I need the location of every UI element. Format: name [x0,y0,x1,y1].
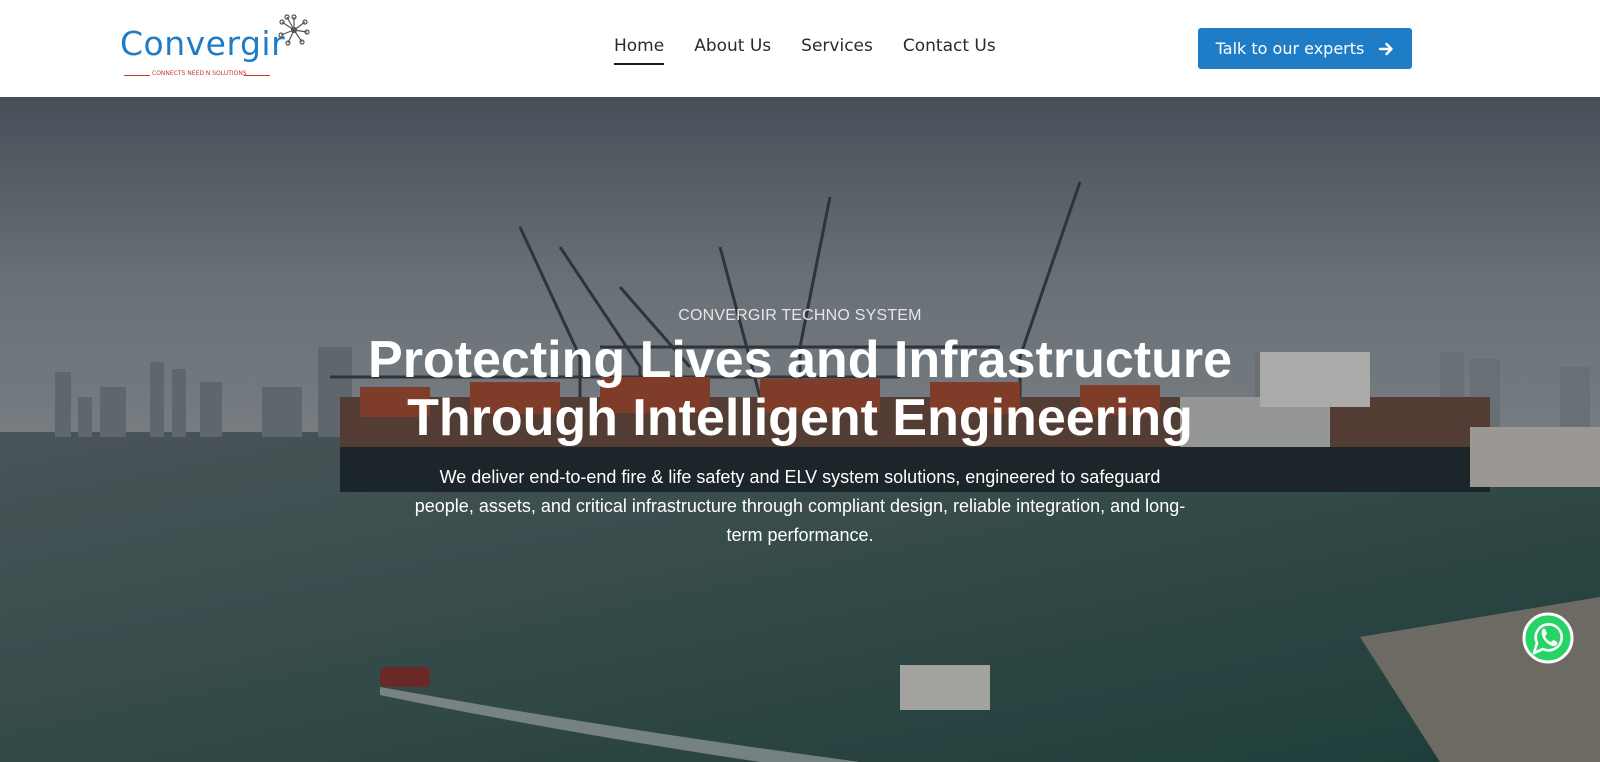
hero-section: CONVERGIR TECHNO SYSTEM Protecting Lives… [0,97,1600,762]
whatsapp-icon[interactable] [1522,612,1574,664]
site-header: Convergir CONNECTS NEED N SOLUTIONS Home… [0,0,1600,97]
main-nav: Home About Us Services Contact Us [614,34,996,66]
talk-to-experts-button[interactable]: Talk to our experts [1198,28,1412,69]
hero-eyebrow: CONVERGIR TECHNO SYSTEM [678,307,922,324]
hero-headline-line2: Through Intelligent Engineering [407,389,1193,447]
hero-headline-line1: Protecting Lives and Infrastructure [368,331,1232,389]
arrow-right-icon [1379,42,1394,55]
brand-logo[interactable]: Convergir CONNECTS NEED N SOLUTIONS [120,14,310,82]
nav-item-services[interactable]: Services [801,34,873,66]
nav-item-contact-us[interactable]: Contact Us [903,34,996,66]
tagline-divider-left [124,75,150,76]
hero-headline: Protecting Lives and Infrastructure Thro… [0,331,1600,447]
network-node-icon [278,14,310,46]
cta-label: Talk to our experts [1215,39,1365,58]
brand-tagline-wrap: CONNECTS NEED N SOLUTIONS [124,70,270,80]
brand-name: Convergir [120,24,286,63]
nav-item-home[interactable]: Home [614,34,665,66]
tagline-divider-right [244,75,270,76]
nav-item-about-us[interactable]: About Us [694,34,771,66]
brand-tagline: CONNECTS NEED N SOLUTIONS [152,70,247,77]
hero-subtext: We deliver end-to-end fire & life safety… [414,467,1186,545]
